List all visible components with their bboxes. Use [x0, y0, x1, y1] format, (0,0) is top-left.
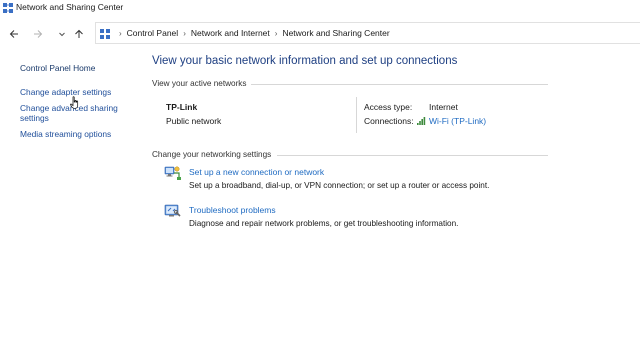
- network-name: TP-Link: [166, 102, 198, 112]
- up-button[interactable]: [71, 26, 87, 42]
- network-center-icon: [3, 3, 13, 13]
- breadcrumb: › Control Panel › Network and Internet ›…: [114, 28, 390, 38]
- page-title: View your basic network information and …: [152, 55, 458, 67]
- section-divider: [251, 84, 548, 85]
- vertical-divider: [356, 97, 357, 133]
- sidebar-item-change-adapter-settings[interactable]: Change adapter settings: [20, 87, 111, 97]
- wifi-connection-link[interactable]: Wi-Fi (TP-Link): [429, 116, 486, 126]
- breadcrumb-control-panel[interactable]: Control Panel: [127, 28, 179, 38]
- troubleshoot-link[interactable]: Troubleshoot problems: [189, 205, 276, 215]
- network-setup-icon: [164, 166, 181, 180]
- control-panel-icon: [100, 29, 110, 39]
- wifi-signal-icon: [417, 117, 426, 125]
- recent-locations-button[interactable]: [54, 26, 70, 42]
- navigation-bar: › Control Panel › Network and Internet ›…: [0, 21, 640, 47]
- setup-connection-link[interactable]: Set up a new connection or network: [189, 167, 324, 177]
- mouse-cursor-icon: [70, 96, 79, 109]
- arrow-right-icon: [34, 30, 43, 38]
- back-button[interactable]: [6, 26, 22, 42]
- change-settings-heading: Change your networking settings: [152, 150, 272, 159]
- arrow-up-icon: [75, 29, 83, 38]
- chevron-down-icon: [59, 32, 65, 37]
- arrow-left-icon: [9, 30, 18, 38]
- address-bar[interactable]: › Control Panel › Network and Internet ›…: [95, 22, 640, 44]
- sidebar-item-change-advanced-sharing-settings[interactable]: Change advanced sharing: [20, 103, 118, 113]
- window-title: Network and Sharing Center: [16, 2, 124, 12]
- sidebar-item-control-panel-home[interactable]: Control Panel Home: [20, 63, 95, 73]
- chevron-right-icon[interactable]: ›: [183, 29, 186, 38]
- access-type-label: Access type:: [364, 102, 413, 112]
- troubleshoot-description: Diagnose and repair network problems, or…: [189, 219, 459, 228]
- breadcrumb-network-and-sharing-center[interactable]: Network and Sharing Center: [282, 28, 389, 38]
- chevron-right-icon[interactable]: ›: [275, 29, 278, 38]
- section-divider: [277, 155, 548, 156]
- setup-connection-description: Set up a broadband, dial-up, or VPN conn…: [189, 181, 490, 190]
- breadcrumb-network-and-internet[interactable]: Network and Internet: [191, 28, 270, 38]
- access-type-value: Internet: [429, 102, 458, 112]
- sidebar-item-change-advanced-sharing-settings-line2[interactable]: settings: [20, 113, 49, 123]
- connections-label: Connections:: [364, 116, 414, 126]
- forward-button[interactable]: [30, 26, 46, 42]
- sidebar-item-media-streaming-options[interactable]: Media streaming options: [20, 129, 111, 139]
- chevron-right-icon: ›: [119, 28, 122, 38]
- title-bar: Network and Sharing Center: [0, 0, 640, 17]
- active-networks-heading: View your active networks: [152, 79, 247, 88]
- network-type-link[interactable]: Public network: [166, 116, 221, 126]
- troubleshoot-icon: [164, 204, 181, 217]
